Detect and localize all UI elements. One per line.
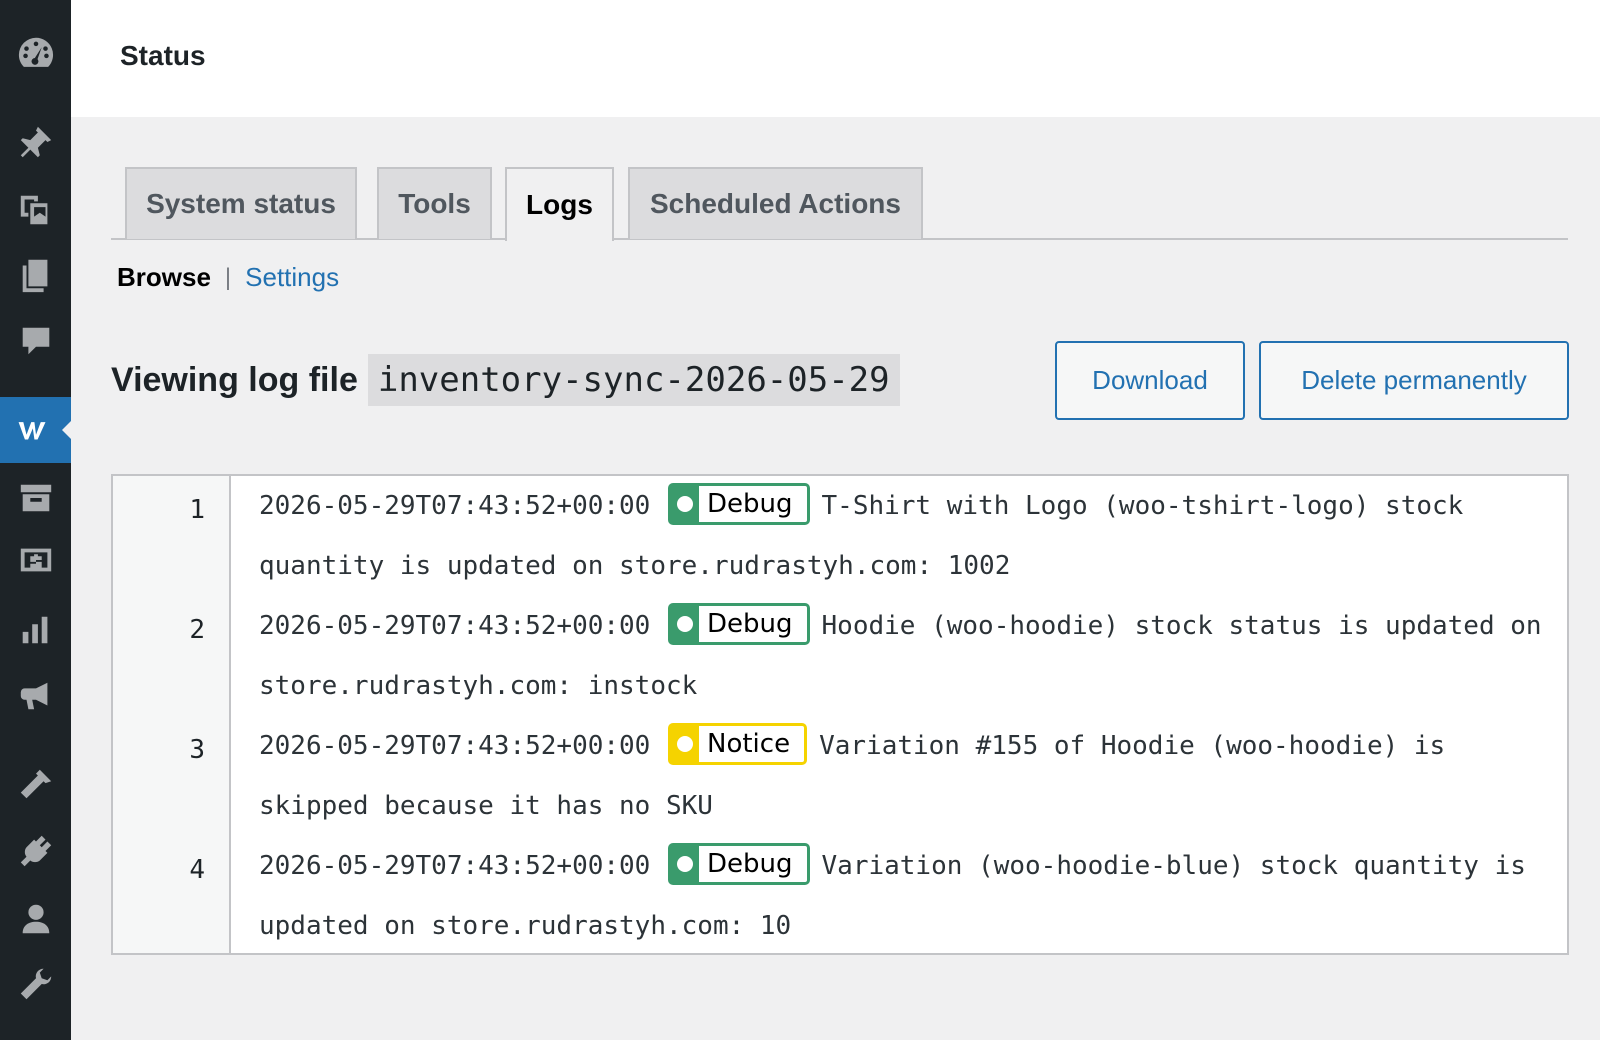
log-level-badge: Debug <box>668 602 810 645</box>
page-header: Status <box>71 0 1600 117</box>
log-timestamp: 2026-05-29T07:43:52+00:00 <box>259 611 651 641</box>
marketing-icon[interactable] <box>0 663 71 729</box>
log-level-badge: Debug <box>668 482 810 525</box>
log-level-badge: Debug <box>668 842 810 885</box>
users-icon[interactable] <box>0 885 71 951</box>
line-number: 3 <box>189 735 205 765</box>
debug-dot-icon <box>671 845 699 882</box>
tab-scheduled-actions[interactable]: Scheduled Actions <box>628 167 923 239</box>
analytics-icon[interactable] <box>0 597 71 663</box>
tab-system-status[interactable]: System status <box>125 167 357 239</box>
log-timestamp: 2026-05-29T07:43:52+00:00 <box>259 851 651 881</box>
pages-icon[interactable] <box>0 242 71 308</box>
delete-permanently-button[interactable]: Delete permanently <box>1259 341 1569 420</box>
log-level-label: Debug <box>707 848 793 879</box>
log-file-heading: Viewing log file inventory-sync-2026-05-… <box>111 354 900 406</box>
subnav-settings-link[interactable]: Settings <box>245 262 339 293</box>
tab-logs[interactable]: Logs <box>505 167 614 241</box>
comments-icon[interactable] <box>0 308 71 374</box>
tools-icon[interactable] <box>0 951 71 1017</box>
line-number: 4 <box>189 855 205 885</box>
plugins-icon[interactable] <box>0 818 71 884</box>
line-number: 1 <box>189 495 205 525</box>
notice-dot-icon <box>671 725 699 762</box>
log-timestamp: 2026-05-29T07:43:52+00:00 <box>259 731 651 761</box>
log-level-badge: Notice <box>668 722 808 765</box>
logs-subnav: Browse | Settings <box>117 262 339 293</box>
log-level-label: Debug <box>707 488 793 519</box>
products-icon[interactable] <box>0 465 71 531</box>
dashboard-icon[interactable] <box>0 20 71 86</box>
log-line: 2026-05-29T07:43:52+00:00 Debug Variation… <box>259 836 1549 956</box>
appearance-icon[interactable] <box>0 752 71 818</box>
log-level-label: Debug <box>707 608 793 639</box>
log-timestamp: 2026-05-29T07:43:52+00:00 <box>259 491 651 521</box>
payments-icon[interactable] <box>0 527 71 593</box>
download-button[interactable]: Download <box>1055 341 1245 420</box>
log-line: 2026-05-29T07:43:52+00:00 Debug T-Shirt w… <box>259 476 1549 596</box>
log-file-name: inventory-sync-2026-05-29 <box>367 354 900 406</box>
pin-icon[interactable] <box>0 109 71 175</box>
subnav-separator: | <box>224 263 232 291</box>
viewing-label: Viewing log file <box>111 360 358 399</box>
line-number: 2 <box>189 615 205 645</box>
tab-tools[interactable]: Tools <box>377 167 492 239</box>
admin-sidebar <box>0 0 71 1040</box>
debug-dot-icon <box>671 485 699 522</box>
log-level-label: Notice <box>707 728 791 759</box>
media-icon[interactable] <box>0 176 71 242</box>
status-tabs: System status Tools Logs Scheduled Actio… <box>111 167 1568 241</box>
subnav-browse[interactable]: Browse <box>117 262 211 293</box>
debug-dot-icon <box>671 605 699 642</box>
page-title: Status <box>120 40 206 71</box>
log-viewer: 1 2026-05-29T07:43:52+00:00 Debug T-Shirt… <box>111 474 1569 955</box>
woocommerce-icon[interactable] <box>0 397 71 463</box>
log-line: 2026-05-29T07:43:52+00:00 Debug Hoodie (w… <box>259 596 1549 716</box>
log-line: 2026-05-29T07:43:52+00:00 Notice Variatio… <box>259 716 1549 836</box>
